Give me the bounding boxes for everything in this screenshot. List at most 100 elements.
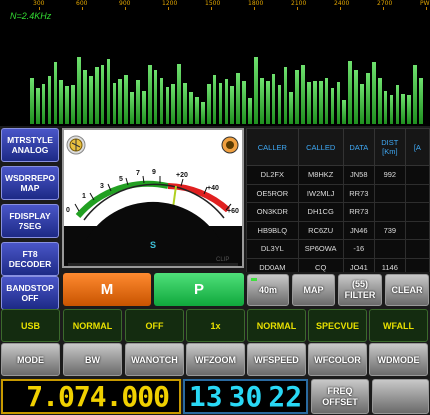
function-wanotch-button[interactable]: WANOTCH bbox=[125, 343, 184, 376]
spectrum-bar bbox=[307, 81, 311, 124]
left-menu-button[interactable]: FT8 DECODER bbox=[1, 242, 59, 276]
spectrum-bar bbox=[171, 83, 176, 124]
left-menu-button[interactable]: MTRSTYLE ANALOG bbox=[1, 128, 59, 162]
spectrum-bar bbox=[230, 85, 235, 124]
spectrum-bar bbox=[224, 78, 229, 124]
decode-row[interactable]: DD0AM CQ JO41 1146 bbox=[246, 257, 430, 272]
spectrum-bar bbox=[324, 77, 329, 124]
spectrum-bar bbox=[218, 82, 223, 124]
speaker-icon[interactable] bbox=[221, 136, 239, 154]
spectrum-bar bbox=[65, 85, 70, 124]
scale-label: +20 bbox=[176, 172, 188, 179]
spectrum-display[interactable]: 300 600 900 1200 1500 1800 2100 2400 2700 PW N=2.… bbox=[0, 0, 430, 126]
clear-button[interactable]: CLEAR bbox=[385, 274, 429, 306]
decode-cell: M8HKZ bbox=[297, 165, 344, 185]
spectrum-bar bbox=[77, 57, 81, 124]
scale-label: +60 bbox=[227, 208, 239, 215]
decode-cell: SP6OWA bbox=[297, 239, 344, 259]
spectrum-bar bbox=[94, 67, 99, 124]
spectrum-bar bbox=[366, 73, 370, 124]
spectrum-bar bbox=[124, 75, 129, 124]
function-wdmode-button[interactable]: WDMODE bbox=[369, 343, 428, 376]
decode-cell bbox=[404, 220, 430, 240]
spectrum-bar bbox=[136, 79, 140, 124]
preset-p-button[interactable]: P bbox=[154, 273, 244, 306]
spectrum-bar bbox=[153, 70, 158, 124]
spectrum-bar bbox=[401, 93, 406, 124]
status-specvue-button[interactable]: SPECVUE bbox=[308, 309, 367, 342]
spectrum-bar bbox=[265, 80, 270, 124]
spectrum-bar bbox=[271, 74, 276, 124]
status-usb-button[interactable]: USB bbox=[1, 309, 60, 342]
decode-row[interactable]: HB9BLQ RC6ZU JN46 739 bbox=[246, 220, 430, 240]
spectrum-bar bbox=[35, 87, 40, 124]
filter-button[interactable]: (55) FILTER bbox=[338, 274, 382, 306]
band-button[interactable]: 40m bbox=[247, 274, 289, 306]
status-1x-button[interactable]: 1x bbox=[186, 309, 245, 342]
s-meter: 0 1 3 5 7 9 +20 +40 +60 S CLIP bbox=[62, 128, 244, 268]
left-menu-button[interactable]: BANDSTOP OFF bbox=[1, 276, 59, 310]
left-menu-button-line2: MAP bbox=[20, 183, 40, 193]
function-wfspeed-button[interactable]: WFSPEED bbox=[247, 343, 306, 376]
spectrum-bar bbox=[130, 91, 134, 124]
spectrum-bar bbox=[248, 97, 252, 124]
spectrum-bar bbox=[236, 73, 241, 124]
spectrum-bar bbox=[242, 80, 246, 124]
status-normal-button[interactable]: NORMAL bbox=[63, 309, 122, 342]
left-menu-button-line2: DECODER bbox=[8, 259, 52, 269]
spectrum-bar bbox=[377, 77, 382, 124]
freq-offset-button[interactable]: FREQ OFFSET bbox=[311, 379, 369, 414]
scale-label: 1 bbox=[82, 193, 86, 200]
clock-seconds: 22 bbox=[268, 380, 303, 413]
header-extra: [A bbox=[404, 128, 430, 166]
decode-cell: DL2FX bbox=[246, 165, 299, 185]
status-normal-button[interactable]: NORMAL bbox=[247, 309, 306, 342]
function-wfcolor-button[interactable]: WFCOLOR bbox=[308, 343, 367, 376]
spectrum-bar bbox=[277, 84, 282, 124]
decode-cell: JN58 bbox=[342, 165, 375, 185]
ham-logo-icon bbox=[66, 135, 86, 155]
spectrum-bar bbox=[312, 80, 317, 124]
spectrum-bar bbox=[354, 70, 358, 124]
function-bw-button[interactable]: BW bbox=[63, 343, 122, 376]
decode-cell bbox=[404, 183, 430, 203]
spectrum-bar bbox=[165, 86, 170, 124]
status-wfall-button[interactable]: WFALL bbox=[369, 309, 428, 342]
scale-label: 7 bbox=[136, 170, 140, 177]
left-menu-button[interactable]: WSDRREPO MAP bbox=[1, 166, 59, 200]
spectrum-bar bbox=[100, 65, 105, 124]
memory-m-button[interactable]: M bbox=[63, 273, 151, 306]
function-mode-button[interactable]: MODE bbox=[1, 343, 60, 376]
scale-label: 3 bbox=[100, 183, 104, 190]
spectrum-bar bbox=[200, 102, 205, 124]
decode-row[interactable]: ON3KDR DH1CG RR73 bbox=[246, 202, 430, 222]
spectrum-bar bbox=[53, 62, 58, 124]
spectrum-bar bbox=[30, 77, 34, 124]
decode-row[interactable]: OE5ROR IW2MLJ RR73 bbox=[246, 183, 430, 203]
spectrum-bar bbox=[71, 84, 75, 124]
decode-cell bbox=[404, 257, 430, 272]
decode-cell bbox=[373, 202, 406, 222]
spectrum-bar bbox=[147, 65, 152, 124]
clock-display: 13 30 22 bbox=[183, 379, 308, 414]
spectrum-bar bbox=[259, 77, 264, 124]
decode-row[interactable]: DL2FX M8HKZ JN58 992 bbox=[246, 165, 430, 185]
function-wfzoom-button[interactable]: WFZOOM bbox=[186, 343, 245, 376]
decode-cell bbox=[404, 202, 430, 222]
map-button[interactable]: MAP bbox=[292, 274, 335, 306]
spectrum-bar bbox=[342, 100, 347, 124]
decoder-table[interactable]: CALLER CALLED DATA DIST [Km] [A DL2FX M8H… bbox=[246, 128, 430, 272]
s-meter-graphic: 0 1 3 5 7 9 +20 +40 +60 S CLIP bbox=[64, 135, 242, 266]
header-data: DATA bbox=[342, 128, 375, 166]
table-header-row: CALLER CALLED DATA DIST [Km] [A bbox=[246, 128, 430, 166]
decode-cell: RR73 bbox=[342, 202, 375, 222]
decode-cell: DL3YL bbox=[246, 239, 299, 259]
decode-row[interactable]: DL3YL SP6OWA -16 bbox=[246, 239, 430, 259]
empty-button[interactable] bbox=[372, 379, 429, 414]
status-off-button[interactable]: OFF bbox=[125, 309, 184, 342]
header-called: CALLED bbox=[297, 128, 344, 166]
spectrum-bar bbox=[183, 82, 187, 124]
spectrum-bar bbox=[371, 62, 376, 124]
frequency-display[interactable]: 7.074.000 bbox=[1, 379, 181, 414]
left-menu-button[interactable]: FDISPLAY 7SEG bbox=[1, 204, 59, 238]
